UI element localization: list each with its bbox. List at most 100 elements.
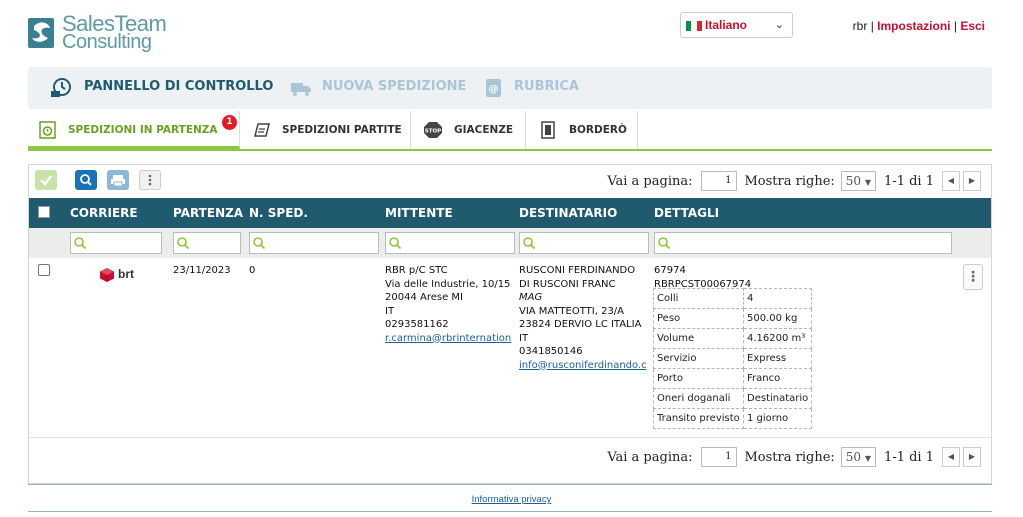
- brt-cube-icon: [100, 268, 114, 282]
- rows-label: Mostra righe:: [744, 173, 835, 189]
- carrier-logo: brt: [99, 267, 134, 283]
- tab-bordero[interactable]: BORDERÒ: [526, 111, 638, 149]
- nav-rubrica[interactable]: RUBRICA: [514, 79, 579, 94]
- details-row: Porto Franco: [653, 368, 813, 389]
- logo-line2: Consulting: [62, 31, 152, 53]
- details-row: Volume 4.16200 m³: [653, 328, 813, 349]
- chevron-down-icon: ⌄: [774, 18, 784, 31]
- shipment-number: 0: [249, 265, 256, 276]
- tab-spedizioni-in-partenza[interactable]: SPEDIZIONI IN PARTENZA 1: [28, 111, 240, 149]
- details-code: 67974: [654, 265, 686, 276]
- search-icon: [80, 174, 92, 186]
- filter-nsped-input[interactable]: [249, 232, 379, 254]
- logout-link[interactable]: Esci: [960, 19, 985, 33]
- kebab-icon: [148, 174, 152, 186]
- search-icon: [253, 237, 266, 250]
- recipient-block: RUSCONI FERDINANDO DI RUSCONI FRANC MAG …: [519, 264, 651, 372]
- goto-page-label: Vai a pagina:: [607, 173, 693, 189]
- col-dettagli[interactable]: DETTAGLI: [654, 206, 719, 220]
- more-options-button[interactable]: [139, 170, 161, 190]
- shipments-grid: Vai a pagina: 1 Mostra righe: 50 ▼ 1-1 d…: [28, 164, 992, 484]
- language-select[interactable]: Italiano ⌄: [680, 12, 793, 38]
- svg-text:@: @: [489, 84, 499, 95]
- next-page-button[interactable]: ▶: [963, 171, 981, 191]
- tab-label: GIACENZE: [454, 124, 514, 136]
- row-checkbox[interactable]: [38, 264, 50, 276]
- tab-giacenze[interactable]: STOP GIACENZE: [411, 111, 526, 149]
- printer-icon: [111, 175, 125, 187]
- filter-mittente-input[interactable]: [385, 232, 515, 254]
- caret-down-icon: ▼: [864, 178, 872, 187]
- document-icon: [541, 121, 555, 139]
- select-all-checkbox[interactable]: [38, 206, 50, 218]
- kebab-icon: ⋮: [966, 269, 980, 285]
- row-actions-button[interactable]: ⋮: [963, 264, 983, 290]
- search-icon: [389, 237, 402, 250]
- range-label: 1-1 di 1: [884, 173, 934, 189]
- app-header: SalesTeam Consulting Italiano ⌄ rbr | Im…: [0, 0, 1023, 64]
- recipient-email-link[interactable]: info@rusconiferdinando.c: [519, 359, 651, 373]
- tab-label: SPEDIZIONI IN PARTENZA: [68, 124, 218, 136]
- filter-destinatario-input[interactable]: [519, 232, 649, 254]
- caret-down-icon: ▼: [864, 454, 872, 463]
- departure-date: 23/11/2023: [173, 265, 231, 276]
- dashboard-clock-icon: [51, 78, 71, 97]
- page-input[interactable]: 1: [700, 447, 737, 467]
- logo-mark-icon: [28, 18, 54, 48]
- footer-divider: [28, 511, 992, 512]
- nav-pannello-di-controllo[interactable]: PANNELLO DI CONTROLLO: [84, 79, 273, 94]
- language-label: Italiano: [705, 18, 748, 32]
- page-input[interactable]: 1: [700, 171, 737, 191]
- goto-page-label: Vai a pagina:: [607, 449, 693, 465]
- tab-spedizioni-partite[interactable]: SPEDIZIONI PARTITE: [240, 111, 411, 149]
- details-row: Oneri doganali Destinatario: [653, 388, 813, 409]
- details-table: Colli 4 Peso 500.00 kg Volume 4.16200 m³ Se…: [653, 288, 813, 429]
- truck-icon: [291, 83, 311, 96]
- confirm-button[interactable]: [35, 170, 57, 190]
- rows-label: Mostra righe:: [744, 449, 835, 465]
- filter-row: [29, 228, 991, 258]
- table-header: CORRIERE PARTENZA N. SPED. MITTENTE DEST…: [29, 198, 991, 228]
- notification-badge: 1: [222, 115, 237, 130]
- filter-dettagli-input[interactable]: [654, 232, 952, 254]
- col-corriere[interactable]: CORRIERE: [70, 206, 138, 220]
- privacy-link[interactable]: Informativa privacy: [0, 494, 1023, 505]
- range-label: 1-1 di 1: [884, 449, 934, 465]
- pager-top: Vai a pagina: 1 Mostra righe: 50 ▼ 1-1 d…: [607, 170, 981, 192]
- grid-toolbar: Vai a pagina: 1 Mostra righe: 50 ▼ 1-1 d…: [29, 165, 991, 198]
- departed-truck-icon: [254, 123, 270, 137]
- prev-page-button[interactable]: ◀: [942, 171, 960, 191]
- username: rbr: [852, 19, 868, 33]
- sender-block: RBR p/C STC Via delle Industrie, 10/15 2…: [385, 264, 517, 345]
- rows-select[interactable]: 50 ▼: [840, 447, 877, 467]
- filter-partenza-input[interactable]: [173, 232, 241, 254]
- italy-flag-icon: [686, 21, 702, 31]
- address-book-icon: @: [486, 79, 501, 97]
- print-button[interactable]: [107, 170, 129, 190]
- sender-email-link[interactable]: r.carmina@rbrinternation: [385, 332, 517, 346]
- details-row: Transito previsto 1 giorno: [653, 408, 813, 429]
- pager-bottom: Vai a pagina: 1 Mostra righe: 50 ▼ 1-1 d…: [607, 446, 981, 468]
- table-row[interactable]: brt 23/11/2023 0 RBR p/C STC Via delle I…: [29, 258, 991, 438]
- nav-nuova-spedizione[interactable]: NUOVA SPEDIZIONE: [322, 79, 466, 94]
- tab-label: BORDERÒ: [569, 124, 627, 136]
- col-destinatario[interactable]: DESTINATARIO: [519, 206, 617, 220]
- details-header: 67974 RBRPCST00067974: [654, 264, 751, 291]
- search-icon: [177, 237, 190, 250]
- prev-page-button[interactable]: ◀: [942, 447, 960, 467]
- col-n-sped[interactable]: N. SPED.: [249, 206, 308, 220]
- filter-corriere-input[interactable]: [70, 232, 162, 254]
- footer-divider: [28, 484, 992, 485]
- stop-sign-icon: STOP: [424, 122, 442, 138]
- search-icon: [523, 237, 536, 250]
- col-mittente[interactable]: MITTENTE: [385, 206, 453, 220]
- col-partenza[interactable]: PARTENZA: [173, 206, 243, 220]
- search-icon: [74, 237, 87, 250]
- salesteam-logo[interactable]: SalesTeam Consulting: [28, 13, 168, 58]
- details-row: Servizio Express: [653, 348, 813, 369]
- svg-text:STOP: STOP: [425, 129, 441, 135]
- search-button[interactable]: [75, 170, 97, 190]
- rows-select[interactable]: 50 ▼: [840, 171, 877, 191]
- next-page-button[interactable]: ▶: [963, 447, 981, 467]
- settings-link[interactable]: Impostazioni: [877, 19, 950, 33]
